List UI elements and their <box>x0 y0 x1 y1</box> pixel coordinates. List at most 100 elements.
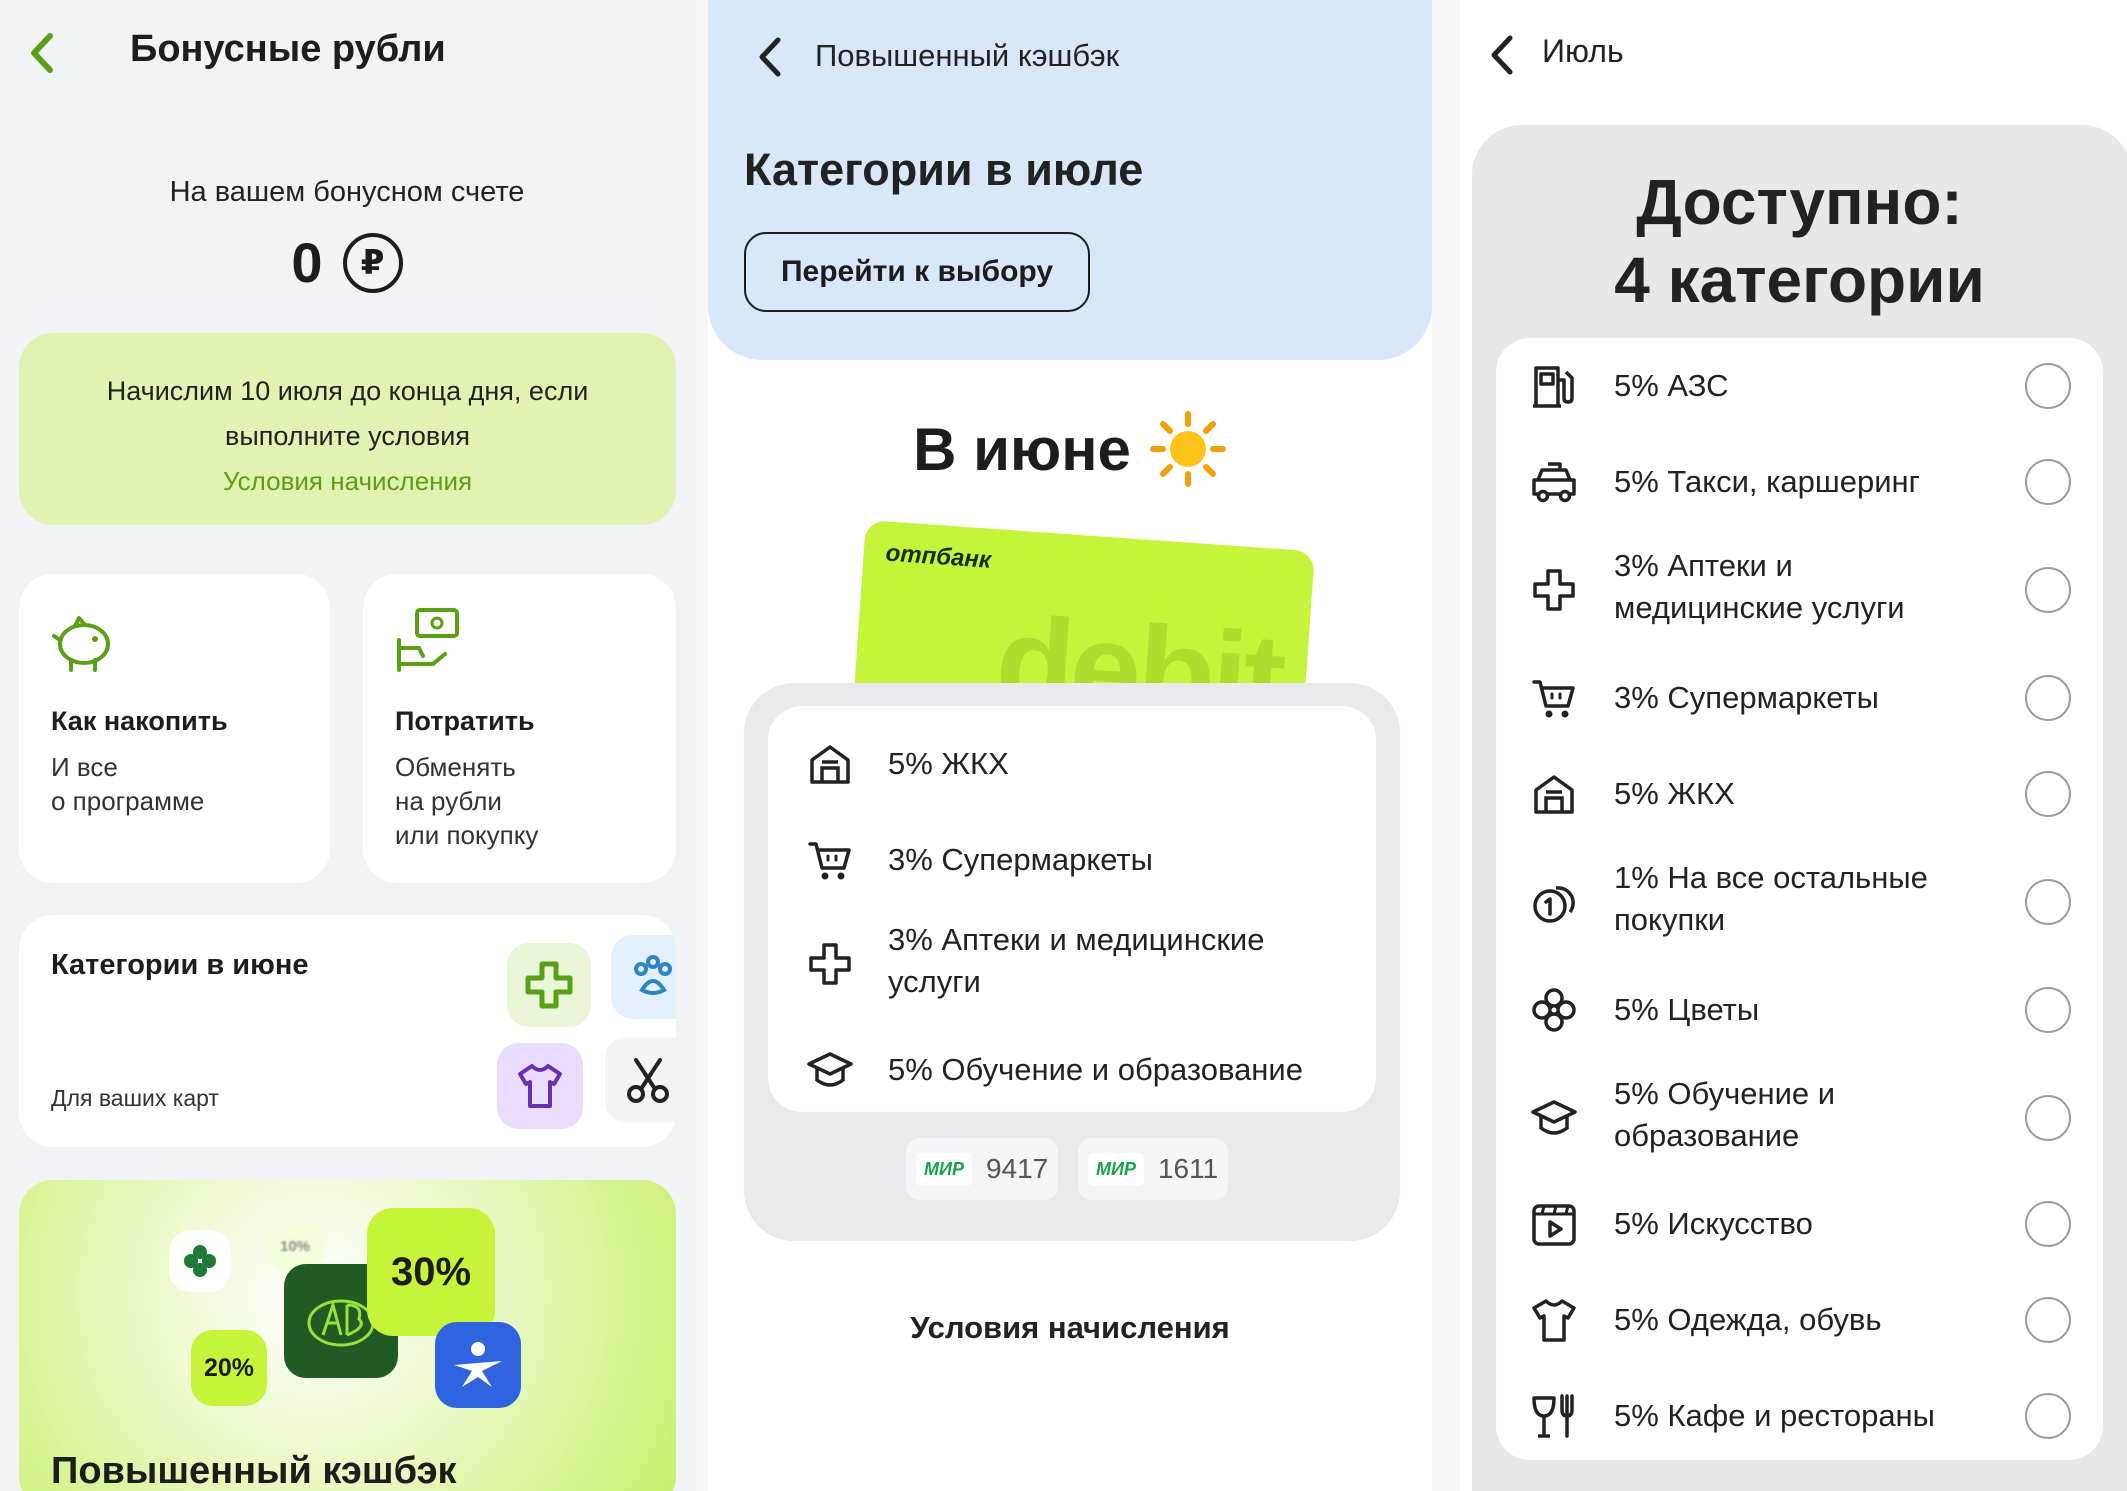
pharmacy-tile-icon <box>507 943 591 1027</box>
list-item: 3% Супермаркеты <box>768 836 1376 884</box>
category-text: 5% Цветы <box>1614 992 1760 1027</box>
scissors-tile-icon <box>605 1037 676 1123</box>
ruble-icon: ₽ <box>342 232 403 293</box>
radio-button[interactable] <box>2025 363 2071 409</box>
page-title: Бонусные рубли <box>130 28 446 70</box>
june-section-title: В июне <box>708 410 1432 488</box>
june-categories-card[interactable]: Категории в июне Для ваших карт <box>19 915 676 1147</box>
accrual-notice: Начислим 10 июля до конца дня, если выпо… <box>19 333 676 525</box>
category-option[interactable]: 5% Такси, каршеринг <box>1496 458 2103 506</box>
card-subtitle: Для ваших карт <box>51 1085 219 1111</box>
cafe-icon <box>1530 1392 1578 1440</box>
category-text: 5% АЗС <box>1614 368 1729 403</box>
increased-cashback-screen: Повышенный кэшбэк Категории в июле Перей… <box>708 0 1432 1491</box>
promo-title: Повышенный кэшбэк <box>51 1450 457 1491</box>
fuel-icon <box>1530 362 1578 410</box>
page-title: Повышенный кэшбэк <box>815 38 1120 73</box>
radio-button[interactable] <box>2025 675 2071 721</box>
balance-label: На вашем бонусном счете <box>169 176 525 208</box>
july-category-options: 5% АЗС 5% Такси, каршеринг 3% Аптеки и м… <box>1496 338 2103 1460</box>
category-option[interactable]: 3% Супермаркеты <box>1496 674 2103 722</box>
category-option[interactable]: 5% АЗС <box>1496 362 2103 410</box>
radio-button[interactable] <box>2025 1201 2071 1247</box>
radio-button[interactable] <box>2025 879 2071 925</box>
back-arrow-icon[interactable] <box>1484 32 1520 78</box>
category-text: 5% Одежда, обувь <box>1614 1302 1882 1337</box>
category-option[interactable]: 5% ЖКХ <box>1496 770 2103 818</box>
july-categories-screen: Июль Доступно: 4 категории 5% АЗС 5% Так… <box>1460 0 2127 1491</box>
radio-button[interactable] <box>2025 1095 2071 1141</box>
badge-30: 30% <box>367 1208 495 1336</box>
category-option[interactable]: 1% На все остальные покупки <box>1496 860 2103 937</box>
radio-button[interactable] <box>2025 1393 2071 1439</box>
back-arrow-icon[interactable] <box>752 34 788 80</box>
category-text: 1% На все остальные покупки <box>1614 860 1928 937</box>
category-option[interactable]: 3% Аптеки и медицинские услуги <box>1496 548 2103 625</box>
cashback-promo-banner[interactable]: 10% 30% 20% Повышенный кэшбэк <box>19 1180 676 1491</box>
divider <box>1432 0 1460 1491</box>
radio-button[interactable] <box>2025 1297 2071 1343</box>
category-option[interactable]: 5% Кафе и рестораны <box>1496 1392 2103 1440</box>
paw-tile-icon <box>611 935 676 1019</box>
radio-button[interactable] <box>2025 771 2071 817</box>
how-to-accumulate-card[interactable]: Как накопить И все о программе <box>19 574 330 883</box>
category-option[interactable]: 5% Цветы <box>1496 986 2103 1034</box>
taxi-icon <box>1530 458 1578 506</box>
balance: 0 ₽ <box>0 230 694 295</box>
clothes-tile-icon <box>497 1043 583 1129</box>
cash-hand-icon <box>393 604 463 676</box>
category-text: 5% Искусство <box>1614 1206 1813 1241</box>
balance-value: 0 <box>291 231 323 294</box>
card-title: Категории в июне <box>51 949 309 981</box>
bank-logo: отпбанк <box>884 539 992 574</box>
radio-button[interactable] <box>2025 987 2071 1033</box>
go-to-choice-button[interactable]: Перейти к выбору <box>744 232 1090 312</box>
cart-icon <box>806 836 854 884</box>
radio-button[interactable] <box>2025 567 2071 613</box>
category-text: 3% Аптеки и медицинские услуги <box>1614 548 1905 625</box>
accrual-conditions-link[interactable]: Условия начисления <box>19 459 676 504</box>
category-option[interactable]: 5% Искусство <box>1496 1200 2103 1248</box>
spend-card[interactable]: Потратить Обменять на рубли или покупку <box>363 574 676 883</box>
back-arrow-icon[interactable] <box>24 30 60 76</box>
sportmaster-partner-icon <box>435 1322 521 1408</box>
category-text: 5% Такси, каршеринг <box>1614 464 1920 499</box>
card-number: 1611 <box>1157 1153 1219 1184</box>
badge-20: 20% <box>191 1330 267 1406</box>
card-chip-9417[interactable]: МИР 9417 <box>906 1138 1059 1200</box>
art-icon <box>1530 1200 1578 1248</box>
card-subtitle: Обменять на рубли или покупку <box>395 752 539 850</box>
graduation-cap-icon <box>1530 1094 1578 1142</box>
graduation-cap-icon <box>806 1046 854 1094</box>
category-text: 3% Супермаркеты <box>1614 680 1879 715</box>
cross-icon <box>1530 566 1578 614</box>
category-option[interactable]: 5% Одежда, обувь <box>1496 1296 2103 1344</box>
category-text: 5% ЖКХ <box>1614 776 1735 811</box>
coins-icon <box>1530 878 1578 926</box>
june-title: В июне <box>913 415 1131 483</box>
category-text: 5% Кафе и рестораны <box>1614 1398 1935 1433</box>
mir-logo: МИР <box>916 1152 972 1186</box>
piggy-bank-icon <box>51 612 117 674</box>
available-count: Доступно: 4 категории <box>1472 163 2127 319</box>
list-item: 3% Аптеки и медицинские услуги <box>768 922 1376 999</box>
list-item: 5% Обучение и образование <box>768 1046 1376 1094</box>
available-line-1: Доступно: <box>1636 166 1963 238</box>
category-text: 5% Обучение и образование <box>1614 1076 1836 1153</box>
accrual-conditions-link[interactable]: Условия начисления <box>708 1310 1432 1346</box>
page-title: Июль <box>1542 33 1624 69</box>
june-categories-list: 5% ЖКХ 3% Супермаркеты 3% Аптеки и медиц… <box>768 706 1376 1112</box>
category-text: 3% Аптеки и медицинские услуги <box>888 922 1265 999</box>
cart-icon <box>1530 674 1578 722</box>
category-option[interactable]: 5% Обучение и образование <box>1496 1076 2103 1153</box>
card-number: 9417 <box>985 1153 1049 1184</box>
radio-button[interactable] <box>2025 459 2071 505</box>
house-icon <box>1530 770 1578 818</box>
mir-logo: МИР <box>1088 1152 1144 1186</box>
category-text: 3% Супермаркеты <box>888 842 1153 877</box>
card-chip-1611[interactable]: МИР 1611 <box>1078 1138 1229 1200</box>
category-text: 5% ЖКХ <box>888 746 1009 781</box>
bonus-rubles-screen: Бонусные рубли На вашем бонусном счете 0… <box>0 0 708 1491</box>
july-categories-heading: Категории в июле <box>744 144 1144 195</box>
notice-text-1: Начислим 10 июля до конца дня, если <box>106 376 589 406</box>
